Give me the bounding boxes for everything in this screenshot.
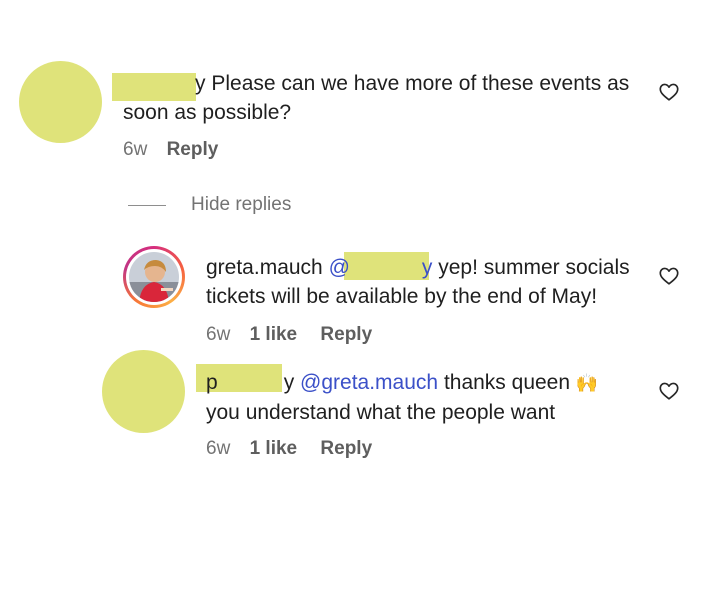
reply-meta: 6w 1 like Reply — [206, 324, 372, 346]
reply-time: 6w — [206, 438, 231, 459]
comment-text-line2: soon as possible? — [123, 101, 292, 124]
divider-line — [128, 205, 166, 206]
reply-body: p y @greta.mauch thanks queen 🙌 you under… — [206, 368, 646, 427]
reply-button[interactable]: Reply — [320, 438, 372, 459]
avatar[interactable] — [102, 350, 185, 433]
username-head[interactable]: p — [206, 371, 218, 394]
reply-username[interactable]: greta.mauch — [206, 256, 323, 279]
heart-outline-icon[interactable] — [658, 380, 680, 402]
mention-link[interactable]: @greta.mauch — [300, 371, 438, 394]
mention-start[interactable]: @ — [329, 256, 350, 279]
reply-text-line2: you understand what the people want — [206, 401, 556, 424]
comment-text-line1: Please can we have more of these events … — [211, 72, 630, 95]
username-tail[interactable]: y — [284, 371, 295, 394]
avatar[interactable] — [19, 61, 102, 143]
reply-text-line1: yep! summer socials — [438, 256, 630, 279]
heart-outline-icon[interactable] — [658, 265, 680, 287]
comment-time: 6w — [123, 139, 148, 160]
username-tail: y — [195, 72, 206, 95]
reply-text-line2: tickets will be available by the end of … — [206, 285, 598, 308]
heart-outline-icon[interactable] — [658, 81, 680, 103]
comment-body: y Please can we have more of these event… — [123, 69, 643, 127]
reply-button[interactable]: Reply — [167, 139, 219, 160]
story-avatar[interactable] — [123, 246, 185, 308]
reply-time: 6w — [206, 324, 231, 345]
comment-meta: 6w Reply — [123, 139, 218, 161]
reply-button[interactable]: Reply — [320, 324, 372, 345]
likes-count[interactable]: 1 like — [250, 438, 298, 459]
reply-body: greta.mauch @ y yep! summer socials ticke… — [206, 253, 646, 311]
raising-hands-emoji: 🙌 — [575, 373, 599, 393]
reply-text-line1: thanks queen — [443, 371, 571, 394]
mention-tail[interactable]: y — [422, 256, 433, 279]
avatar-photo — [129, 252, 179, 302]
reply-meta: 6w 1 like Reply — [206, 438, 372, 460]
likes-count[interactable]: 1 like — [250, 324, 298, 345]
hide-replies-button[interactable]: Hide replies — [191, 194, 291, 216]
